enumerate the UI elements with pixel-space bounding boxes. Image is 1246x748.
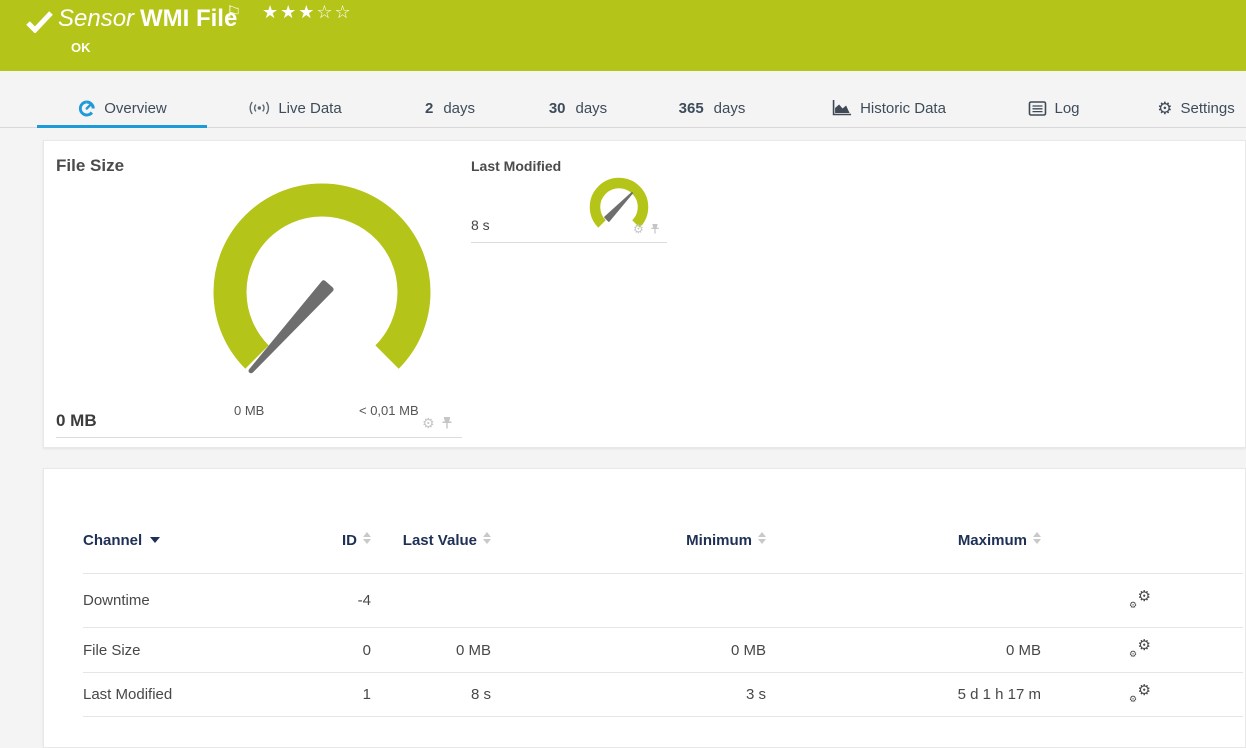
file-size-gauge[interactable]	[202, 182, 442, 387]
column-header-minimum[interactable]: Minimum	[491, 531, 766, 551]
gauge-icon	[77, 99, 96, 118]
channel-id: 1	[362, 686, 371, 703]
channel-name: Downtime	[83, 592, 150, 609]
gauge-current-value: 8 s	[471, 217, 490, 233]
object-kind-label: Sensor	[58, 5, 135, 32]
channel-maximum: 5 d 1 h 17 m	[957, 686, 1041, 703]
tab-365-days[interactable]: 365 days	[679, 88, 746, 128]
tab-label: Log	[1054, 99, 1080, 117]
tab-label: days	[443, 99, 476, 117]
tab-log[interactable]: Log	[1028, 88, 1080, 128]
gauge-current-value: 0 MB	[56, 411, 97, 430]
channel-settings-gears-icon[interactable]: ⚙ ⚙	[1129, 637, 1151, 659]
sensor-status-header: Sensor WMI File ⚐ ★★★☆☆ OK	[0, 0, 1246, 71]
channel-table: Channel ID Last Value Minimum Maximum Do…	[83, 531, 1243, 717]
sensor-title: WMI File	[140, 5, 238, 32]
chevron-down-icon	[150, 537, 161, 543]
tab-number: 365	[678, 99, 704, 117]
tab-label: days	[575, 99, 608, 117]
tab-label: Settings	[1180, 99, 1235, 117]
tab-bar: Overview Live Data 2 days 30 days 365 da…	[0, 88, 1246, 128]
sort-icon	[483, 532, 491, 544]
column-header-id[interactable]: ID	[283, 531, 371, 551]
status-badge: OK	[71, 40, 91, 55]
tab-settings[interactable]: ⚙ Settings	[1157, 88, 1234, 128]
status-ok-check-icon	[26, 11, 53, 38]
tab-label: Live Data	[278, 99, 342, 117]
channel-settings-gears-icon[interactable]: ⚙ ⚙	[1129, 682, 1151, 704]
channel-id: 0	[362, 641, 371, 659]
gauges-panel: File Size 0 MB < 0,01 MB 0 MB ⚙ Last Mod…	[43, 140, 1246, 448]
channel-minimum: 3 s	[745, 686, 766, 703]
column-header-maximum[interactable]: Maximum	[766, 531, 1041, 551]
tab-label: Historic Data	[860, 99, 946, 117]
channel-last-value: 0 MB	[455, 641, 491, 659]
gauge-tools: ⚙	[422, 416, 453, 430]
sort-icon	[758, 532, 766, 544]
gauge-tools: ⚙	[633, 223, 660, 235]
table-row: File Size 0 0 MB 0 MB 0 MB ⚙ ⚙	[83, 627, 1243, 672]
tab-label: days	[713, 99, 746, 117]
gauge-pin-icon[interactable]	[650, 223, 660, 235]
channel-id: -4	[357, 592, 371, 609]
channel-name: File Size	[83, 641, 141, 659]
tab-number: 2	[424, 99, 434, 117]
table-row: Last Modified 1 8 s 3 s 5 d 1 h 17 m ⚙ ⚙	[83, 672, 1243, 717]
gauge-scale-max: < 0,01 MB	[359, 403, 419, 418]
channel-settings-gears-icon[interactable]: ⚙ ⚙	[1129, 588, 1151, 610]
gauge-pin-icon[interactable]	[441, 416, 453, 430]
sort-icon	[1033, 532, 1041, 544]
tab-live-data[interactable]: Live Data	[248, 88, 342, 128]
table-header-row: Channel ID Last Value Minimum Maximum	[83, 531, 1243, 573]
table-row: Downtime -4 ⚙ ⚙	[83, 573, 1243, 627]
log-icon	[1028, 100, 1047, 116]
gauge-block-file-size: File Size 0 MB < 0,01 MB 0 MB ⚙	[56, 156, 462, 438]
gauge-title: File Size	[56, 156, 125, 175]
tab-label: Overview	[104, 99, 167, 117]
prtg-sensor-page: Sensor WMI File ⚐ ★★★☆☆ OK Overview Live…	[0, 0, 1246, 748]
channels-panel: Channel ID Last Value Minimum Maximum Do…	[43, 468, 1246, 748]
tab-2-days[interactable]: 2 days	[425, 88, 475, 128]
tab-number: 30	[548, 99, 566, 117]
channel-last-value: 8 s	[470, 686, 491, 703]
broadcast-icon	[248, 100, 270, 116]
sort-icon	[363, 532, 371, 544]
channel-maximum: 0 MB	[1005, 641, 1041, 659]
column-header-channel[interactable]: Channel	[83, 531, 283, 551]
flag-icon[interactable]: ⚐	[226, 3, 241, 23]
gear-icon: ⚙	[1157, 98, 1173, 118]
tab-historic-data[interactable]: Historic Data	[832, 88, 946, 128]
channel-name: Last Modified	[83, 686, 173, 703]
priority-stars[interactable]: ★★★☆☆	[262, 2, 353, 23]
gauge-title: Last Modified	[471, 158, 562, 174]
gauge-settings-gear-icon[interactable]: ⚙	[633, 223, 644, 235]
area-chart-icon	[832, 100, 852, 116]
tab-30-days[interactable]: 30 days	[549, 88, 607, 128]
channel-minimum: 0 MB	[730, 641, 766, 659]
gauge-settings-gear-icon[interactable]: ⚙	[422, 416, 435, 430]
column-header-last-value[interactable]: Last Value	[371, 531, 491, 551]
tab-overview[interactable]: Overview	[77, 88, 167, 128]
gauge-scale-min: 0 MB	[234, 403, 265, 418]
gauge-block-last-modified: Last Modified 8 s ⚙	[471, 158, 667, 243]
